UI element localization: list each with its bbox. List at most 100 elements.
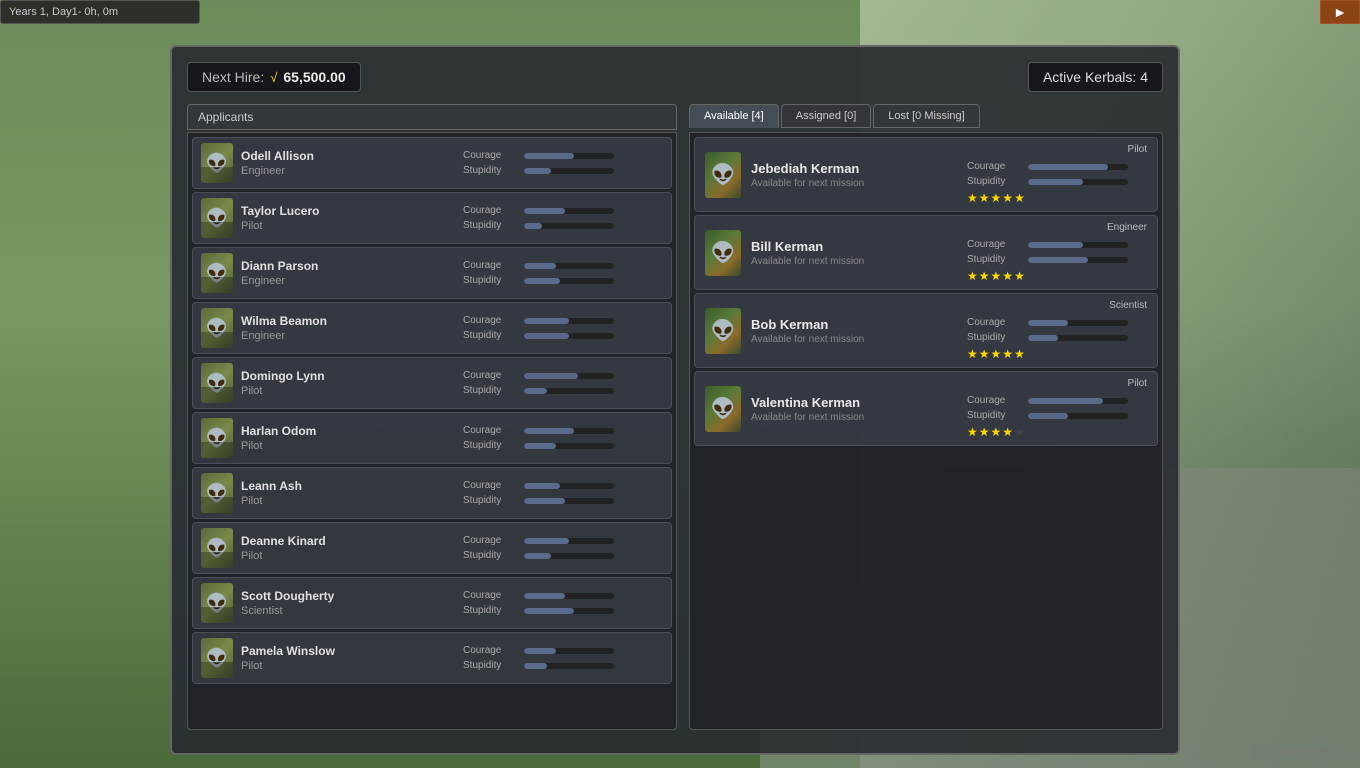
courage-bar-bg [1028, 242, 1128, 248]
courage-bar-bg [524, 648, 614, 654]
stupidity-bar-bg [524, 498, 614, 504]
courage-bar-bg [524, 428, 614, 434]
game-time-label: Years 1, Day1- 0h, 0m [9, 6, 118, 18]
applicant-row[interactable]: 👽Wilma BeamonEngineerCourageStupidity [192, 302, 672, 354]
exit-button[interactable]: ► [1320, 0, 1360, 24]
active-kerbal-status: Available for next mission [751, 334, 957, 345]
active-list[interactable]: 👽Jebediah KermanAvailable for next missi… [689, 132, 1163, 730]
active-kerbal-row[interactable]: 👽Jebediah KermanAvailable for next missi… [694, 137, 1158, 212]
stupidity-bar-bg [1028, 335, 1128, 341]
applicants-list[interactable]: 👽 Odell AllisonEngineer Courage Stupidity 👽T… [187, 132, 677, 730]
applicant-row[interactable]: 👽Taylor LuceroPilotCourageStupidity [192, 192, 672, 244]
applicant-role: Pilot [241, 550, 455, 562]
applicants-header: Applicants [187, 104, 677, 130]
stupidity-bar-bg [524, 223, 614, 229]
exit-icon: ► [1333, 4, 1347, 20]
left-column: Applicants 👽 Odell AllisonEngineer Courage… [187, 104, 677, 730]
applicant-row[interactable]: 👽Domingo LynnPilotCourageStupidity [192, 357, 672, 409]
courage-bar-bg [1028, 164, 1128, 170]
courage-label: Courage [463, 260, 518, 271]
applicant-avatar: 👽 [201, 583, 233, 623]
applicant-avatar: 👽 [201, 143, 233, 183]
star-icon: ★ [991, 191, 1002, 205]
star-icon: ★ [1002, 191, 1013, 205]
courage-label: Courage [463, 315, 518, 326]
stupidity-bar-fill [524, 663, 547, 669]
courage-label: Courage [463, 645, 518, 656]
star-icon: ★ [979, 191, 990, 205]
courage-bar-bg [524, 263, 614, 269]
stars-row: ★★★★★ [967, 347, 1147, 361]
star-icon: ★ [1014, 191, 1025, 205]
applicant-stats: Courage Stupidity [463, 480, 663, 506]
courage-bar-fill [524, 648, 556, 654]
stupidity-label: Stupidity [967, 176, 1022, 187]
applicant-info: Diann ParsonEngineer [241, 259, 455, 287]
applicant-info: Odell AllisonEngineer [241, 149, 455, 177]
stars-row: ★★★★★ [967, 425, 1147, 439]
stupidity-label: Stupidity [463, 440, 518, 451]
applicant-info: Deanne KinardPilot [241, 534, 455, 562]
tab-assigned[interactable]: Assigned [0] [781, 104, 872, 128]
stupidity-bar-bg [524, 278, 614, 284]
courage-bar-fill [1028, 242, 1083, 248]
active-kerbal-avatar: 👽 [705, 386, 741, 432]
stupidity-label: Stupidity [463, 495, 518, 506]
star-icon: ★ [967, 269, 978, 283]
active-kerbal-row[interactable]: 👽Bill KermanAvailable for next missionEn… [694, 215, 1158, 290]
star-icon: ★ [979, 347, 990, 361]
applicant-info: Scott Dougherty Scientist [241, 589, 455, 617]
currency-icon: √ [270, 70, 277, 85]
star-icon: ★ [967, 347, 978, 361]
applicant-row[interactable]: 👽Harlan OdomPilotCourageStupidity [192, 412, 672, 464]
applicant-role: Engineer [241, 165, 455, 177]
next-hire-label: Next Hire: [202, 69, 264, 85]
active-kerbal-role: Scientist [967, 300, 1147, 311]
applicant-row[interactable]: 👽 Diann ParsonEngineer Courage Stupidity [192, 247, 672, 299]
courage-bar-fill [524, 538, 569, 544]
applicant-avatar: 👽 [201, 363, 233, 403]
courage-label: Courage [967, 239, 1022, 250]
star-icon: ★ [967, 191, 978, 205]
columns: Applicants 👽 Odell AllisonEngineer Courage… [187, 104, 1163, 730]
stupidity-label: Stupidity [463, 275, 518, 286]
applicant-role: Pilot [241, 440, 455, 452]
tab-lost[interactable]: Lost [0 Missing] [873, 104, 979, 128]
courage-bar-fill [1028, 164, 1108, 170]
applicant-role: Scientist [241, 605, 455, 617]
star-icon: ★ [1002, 425, 1013, 439]
stupidity-bar-bg [524, 333, 614, 339]
applicant-row[interactable]: 👽Deanne KinardPilotCourageStupidity [192, 522, 672, 574]
tab-available[interactable]: Available [4] [689, 104, 779, 128]
star-icon: ★ [1014, 425, 1025, 439]
courage-bar-fill [524, 593, 565, 599]
courage-bar-bg [524, 538, 614, 544]
applicant-row[interactable]: 👽Leann AshPilotCourageStupidity [192, 467, 672, 519]
stupidity-bar-bg [1028, 413, 1128, 419]
applicant-row[interactable]: 👽Odell AllisonEngineerCourageStupidity [192, 137, 672, 189]
applicant-avatar: 👽 [201, 253, 233, 293]
active-kerbal-stats: PilotCourageStupidity★★★★★ [967, 378, 1147, 439]
star-icon: ★ [991, 269, 1002, 283]
stupidity-label: Stupidity [463, 385, 518, 396]
stupidity-bar-fill [1028, 257, 1088, 263]
active-kerbal-row[interactable]: 👽 Valentina KermanAvailable for next miss… [694, 371, 1158, 446]
applicant-role: Engineer [241, 275, 455, 287]
stupidity-bar-fill [1028, 335, 1058, 341]
applicant-avatar: 👽 [201, 198, 233, 238]
active-kerbal-stats: PilotCourageStupidity★★★★★ [967, 144, 1147, 205]
stupidity-bar-bg [524, 443, 614, 449]
courage-label: Courage [967, 161, 1022, 172]
applicant-name: Scott Dougherty [241, 589, 455, 603]
courage-label: Courage [463, 480, 518, 491]
stupidity-bar-fill [524, 168, 551, 174]
applicant-row[interactable]: 👽Scott DoughertyScientistCourageStupidit… [192, 577, 672, 629]
active-kerbal-info: Valentina KermanAvailable for next missi… [751, 395, 957, 423]
right-column: Available [4]Assigned [0]Lost [0 Missing… [689, 104, 1163, 730]
applicant-name: Leann Ash [241, 479, 455, 493]
applicant-row[interactable]: 👽Pamela WinslowPilotCourageStupidity [192, 632, 672, 684]
stupidity-bar-fill [524, 278, 560, 284]
active-kerbal-row[interactable]: 👽Bob KermanAvailable for next missionSci… [694, 293, 1158, 368]
applicant-stats: CourageStupidity [463, 535, 663, 561]
active-kerbal-avatar: 👽 [705, 308, 741, 354]
